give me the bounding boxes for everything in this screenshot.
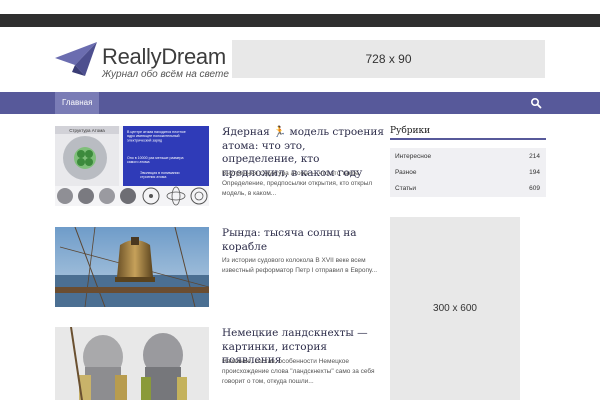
running-emoji: 🏃 [273,126,287,138]
sidebar-ad-label: 300 x 600 [433,303,477,314]
category-name: Статьи [395,185,417,192]
top-strip [0,14,600,27]
post-excerpt: Название, состав, особенности Немецкое п… [222,358,375,385]
post-thumbnail-atom[interactable]: Структура Атома В центре атома находится… [55,126,209,206]
search-icon[interactable] [530,97,542,109]
post-item: Немецкие ландскнехты — картинки, история… [55,327,380,400]
category-item[interactable]: Статьи 609 [390,180,546,197]
nav-item-home[interactable]: Главная [55,92,100,114]
main-nav: Главная [0,92,600,114]
category-count: 609 [529,185,540,192]
post-excerpt: Внутренняя структура атома — что это так… [222,170,373,197]
thumb-panel-title: Структура Атома [69,128,105,133]
post-item: Структура Атома В центре атома находится… [55,126,384,208]
category-name: Интересное [395,153,432,160]
category-count: 214 [529,153,540,160]
post-thumbnail-bell[interactable] [55,227,209,307]
category-name: Разное [395,169,417,176]
sidebar-heading: Рубрики [390,126,546,140]
top-ad-banner: 728 x 90 [232,40,545,78]
category-item[interactable]: Разное 194 [390,164,546,181]
site-logo[interactable]: ReallyDream Журнал обо всём на свете [55,42,229,84]
post-thumbnail-landsknecht[interactable] [55,327,209,400]
post-title-part: Ядерная [222,126,274,138]
post-title[interactable]: Рында: тысяча солнц на корабле [222,227,384,254]
category-count: 194 [529,169,540,176]
post-excerpt: Из истории судового колокола В XVII веке… [222,257,377,274]
category-item[interactable]: Интересное 214 [390,148,546,165]
top-bar [0,0,600,27]
site-title: ReallyDream [102,44,226,69]
post-item: Рында: тысяча солнц на корабле Из истори… [55,227,380,309]
top-ad-label: 728 x 90 [365,52,412,66]
sidebar-ad-banner: 300 x 600 [390,217,520,400]
paper-plane-icon [55,42,97,76]
site-tagline: Журнал обо всём на свете [102,69,229,80]
